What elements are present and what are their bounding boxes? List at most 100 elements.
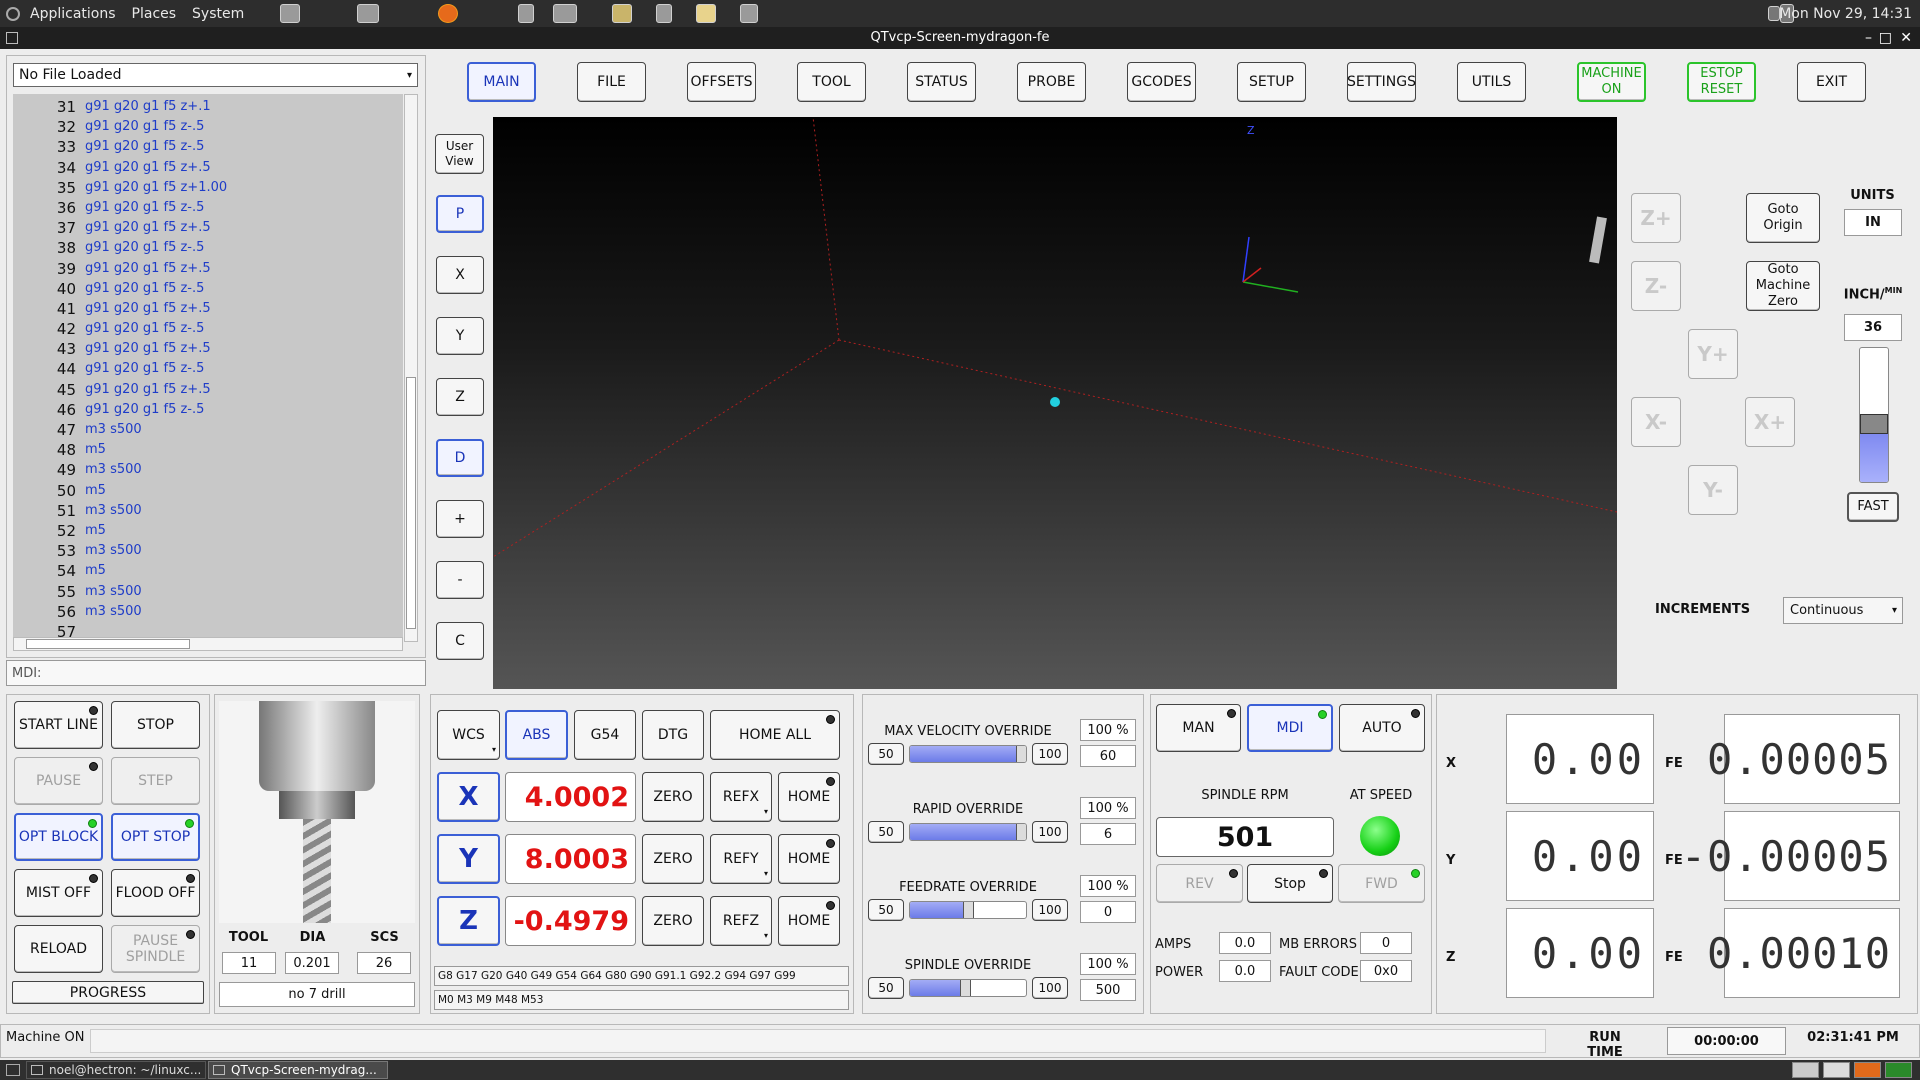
gcode-line[interactable]: 46 g91 g20 g1 f5 z-.5 [13,400,403,420]
abs-button[interactable]: ABS [505,710,568,760]
workspace-1[interactable] [1792,1062,1819,1078]
taskbar-terminal[interactable]: noel@hectron: ~/linuxc... [26,1061,206,1079]
gcode-line[interactable]: 43 g91 g20 g1 f5 z+.5 [13,339,403,359]
jog-z-minus-button[interactable]: Z- [1631,261,1681,311]
maximize-icon[interactable]: □ [1879,27,1892,49]
menu-places[interactable]: Places [132,6,177,22]
tab-settings[interactable]: SETTINGS [1347,62,1416,102]
view-d-button[interactable]: D [436,439,484,477]
gcode-line[interactable]: 37 g91 g20 g1 f5 z+.5 [13,218,403,238]
pause-button[interactable]: PAUSE [14,757,103,805]
launcher-icon[interactable] [280,4,300,23]
fast-button[interactable]: FAST [1847,492,1899,522]
gcode-line[interactable]: 31 g91 g20 g1 f5 z+.1 [13,97,403,117]
wcs-button[interactable]: WCS ▾ [437,710,500,760]
gcode-line[interactable]: 52 m5 [13,521,403,541]
view-y-button[interactable]: Y [436,317,484,355]
mode-mdi-button[interactable]: MDI [1247,704,1333,752]
increments-select[interactable]: Continuous ▾ [1783,597,1903,624]
mode-auto-button[interactable]: AUTO [1339,704,1425,752]
home-z-button[interactable]: HOME [778,896,840,946]
rapid-override-min-button[interactable]: 50 [868,821,904,843]
units-field[interactable]: IN [1844,209,1902,236]
spindle-override-min-button[interactable]: 50 [868,977,904,999]
max-velocity-override-knob[interactable] [1016,746,1026,762]
spindle-fwd-button[interactable]: FWD [1338,864,1425,903]
tab-status[interactable]: STATUS [907,62,976,102]
distro-logo-icon[interactable] [6,6,20,21]
gcode-list[interactable]: 31 g91 g20 g1 f5 z+.1 32 g91 g20 g1 f5 z-.5… [13,94,403,642]
close-icon[interactable]: ✕ [1900,27,1912,49]
zoom-out-button[interactable]: - [436,561,484,599]
mdi-input[interactable]: MDI: [6,660,426,686]
workspace-switcher[interactable] [1792,1062,1912,1078]
gcode-line[interactable]: 36 g91 g20 g1 f5 z-.5 [13,198,403,218]
view-p-button[interactable]: P [436,195,484,233]
zoom-in-button[interactable]: + [436,500,484,538]
spindle-override-knob[interactable] [960,980,971,996]
spindle-stop-button[interactable]: Stop [1247,864,1333,903]
gcode-line[interactable]: 34 g91 g20 g1 f5 z+.5 [13,158,403,178]
gcode-line[interactable]: 33 g91 g20 g1 f5 z-.5 [13,137,403,157]
jog-z-plus-button[interactable]: Z+ [1631,193,1681,243]
app-icon[interactable] [612,4,632,23]
axis-x-button[interactable]: X [437,772,500,822]
opt-stop-button[interactable]: OPT STOP [111,813,200,861]
dtg-button[interactable]: DTG [642,710,704,760]
terminal-icon[interactable] [357,4,379,23]
exit-button[interactable]: EXIT [1797,62,1866,102]
show-desktop-icon[interactable] [6,1064,20,1076]
jog-x-minus-button[interactable]: X- [1631,397,1681,447]
feedrate-override-max-button[interactable]: 100 [1032,899,1068,921]
tab-utils[interactable]: UTILS [1457,62,1526,102]
workspace-2[interactable] [1823,1062,1850,1078]
tray-icon[interactable] [1768,6,1780,21]
ref-y-button[interactable]: REFY ▾ [710,834,772,884]
ref-z-button[interactable]: REFZ ▾ [710,896,772,946]
file-select[interactable]: No File Loaded ▾ [13,63,418,87]
zero-z-button[interactable]: ZERO [642,896,704,946]
tab-main[interactable]: MAIN [467,62,536,102]
flood-button[interactable]: FLOOD OFF [111,869,200,917]
gcode-line[interactable]: 40 g91 g20 g1 f5 z-.5 [13,279,403,299]
jog-y-plus-button[interactable]: Y+ [1688,329,1738,379]
page-icon[interactable] [656,4,672,23]
vertical-scrollbar[interactable] [404,94,418,642]
spindle-override-max-button[interactable]: 100 [1032,977,1068,999]
rapid-override-slider[interactable] [909,823,1027,841]
reload-button[interactable]: RELOAD [14,925,103,973]
zero-y-button[interactable]: ZERO [642,834,704,884]
tab-file[interactable]: FILE [577,62,646,102]
hscroll-thumb[interactable] [26,639,190,649]
jog-rate-field[interactable]: 36 [1844,314,1902,341]
gcode-line[interactable]: 50 m5 [13,481,403,501]
step-button[interactable]: STEP [111,757,200,805]
tab-tool[interactable]: TOOL [797,62,866,102]
goto-machine-zero-button[interactable]: Goto Machine Zero [1746,261,1820,311]
start-line-button[interactable]: START LINE [14,701,103,749]
gcode-line[interactable]: 38 g91 g20 g1 f5 z-.5 [13,238,403,258]
gcode-line[interactable]: 51 m3 s500 [13,501,403,521]
gcode-line[interactable]: 48 m5 [13,440,403,460]
view-z-button[interactable]: Z [436,378,484,416]
screen-icon[interactable] [553,4,577,23]
gcode-line[interactable]: 41 g91 g20 g1 f5 z+.5 [13,299,403,319]
user-view-button[interactable]: User View [435,134,484,174]
estop-reset-button[interactable]: ESTOP RESET [1687,62,1756,102]
document-icon[interactable] [518,4,534,23]
jog-rate-slider[interactable] [1859,347,1889,483]
workspace-3[interactable] [1854,1062,1881,1078]
gcode-line[interactable]: 49 m3 s500 [13,460,403,480]
gcode-3d-view[interactable]: Z [493,117,1617,689]
axis-z-button[interactable]: Z [437,896,500,946]
window-menu-icon[interactable] [6,32,18,44]
jog-x-plus-button[interactable]: X+ [1745,397,1795,447]
max-velocity-override-min-button[interactable]: 50 [868,743,904,765]
gcode-line[interactable]: 39 g91 g20 g1 f5 z+.5 [13,259,403,279]
mist-button[interactable]: MIST OFF [14,869,103,917]
feedrate-override-min-button[interactable]: 50 [868,899,904,921]
mode-man-button[interactable]: MAN [1156,704,1241,752]
max-velocity-override-max-button[interactable]: 100 [1032,743,1068,765]
gcode-line[interactable]: 55 m3 s500 [13,582,403,602]
horizontal-scrollbar[interactable] [13,637,403,651]
